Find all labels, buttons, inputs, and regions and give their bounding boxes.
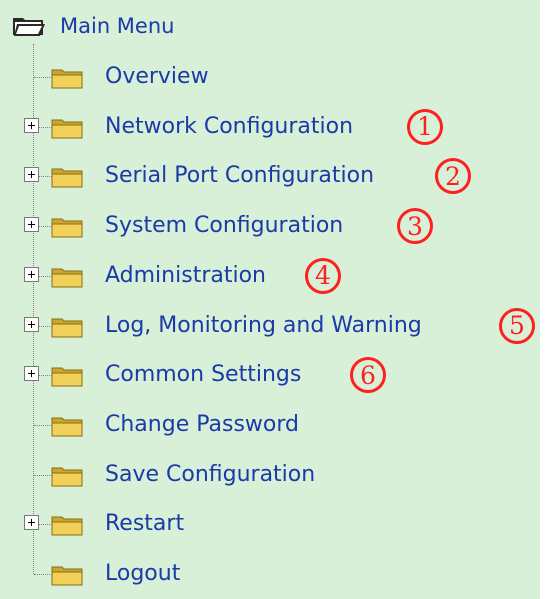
- main-menu-root[interactable]: Main Menu: [12, 14, 174, 38]
- expand-plus-icon[interactable]: [24, 366, 39, 382]
- folder-icon: [51, 268, 83, 288]
- callout-number-5: 5: [499, 307, 535, 344]
- expand-plus-icon[interactable]: [24, 316, 39, 332]
- menu-item-common-settings[interactable]: Common Settings 6: [0, 355, 540, 395]
- menu-item-label[interactable]: System Configuration: [105, 213, 343, 238]
- menu-item-label[interactable]: Save Configuration: [105, 462, 315, 487]
- folder-icon: [51, 218, 83, 238]
- folder-icon: [51, 168, 83, 188]
- folder-icon: [51, 566, 83, 586]
- menu-item-log-monitoring-warning[interactable]: Log, Monitoring and Warning 5: [0, 306, 540, 346]
- menu-item-label[interactable]: Log, Monitoring and Warning: [105, 313, 422, 338]
- main-menu-label: Main Menu: [60, 14, 175, 38]
- menu-item-overview[interactable]: Overview: [0, 57, 540, 97]
- menu-item-label[interactable]: Restart: [105, 511, 184, 536]
- folder-icon: [51, 367, 83, 387]
- expand-plus-icon[interactable]: [24, 117, 39, 133]
- menu-item-system-configuration[interactable]: System Configuration 3: [0, 206, 540, 246]
- folder-icon: [51, 69, 83, 89]
- menu-item-label[interactable]: Logout: [105, 561, 180, 586]
- folder-icon: [51, 119, 83, 139]
- menu-item-save-configuration[interactable]: Save Configuration: [0, 455, 540, 495]
- menu-item-label[interactable]: Serial Port Configuration: [105, 163, 374, 188]
- menu-item-label[interactable]: Change Password: [105, 412, 299, 437]
- menu-item-restart[interactable]: Restart: [0, 504, 540, 544]
- menu-item-network-configuration[interactable]: Network Configuration 1: [0, 107, 540, 147]
- folder-icon: [51, 516, 83, 536]
- menu-item-change-password[interactable]: Change Password: [0, 405, 540, 445]
- open-folder-icon: [13, 18, 45, 36]
- callout-number-4: 4: [305, 257, 341, 294]
- folder-icon: [51, 417, 83, 437]
- expand-plus-icon[interactable]: [24, 515, 39, 531]
- menu-item-label[interactable]: Network Configuration: [105, 114, 353, 139]
- expand-plus-icon[interactable]: [24, 266, 39, 282]
- callout-number-3: 3: [397, 208, 433, 245]
- main-menu-tree: Main Menu Overview Network Configuration 1…: [0, 0, 540, 599]
- menu-item-serial-port-configuration[interactable]: Serial Port Configuration 2: [0, 156, 540, 196]
- menu-item-label[interactable]: Common Settings: [105, 362, 301, 387]
- callout-number-1: 1: [407, 108, 443, 145]
- expand-plus-icon[interactable]: [24, 167, 39, 183]
- folder-icon: [51, 318, 83, 337]
- menu-item-administration[interactable]: Administration 4: [0, 256, 540, 296]
- menu-item-label[interactable]: Overview: [105, 64, 209, 89]
- menu-item-logout[interactable]: Logout: [0, 554, 540, 594]
- menu-item-label[interactable]: Administration: [105, 263, 266, 288]
- folder-icon: [51, 467, 83, 487]
- callout-number-6: 6: [350, 357, 386, 394]
- expand-plus-icon[interactable]: [24, 217, 39, 233]
- callout-number-2: 2: [435, 158, 471, 195]
